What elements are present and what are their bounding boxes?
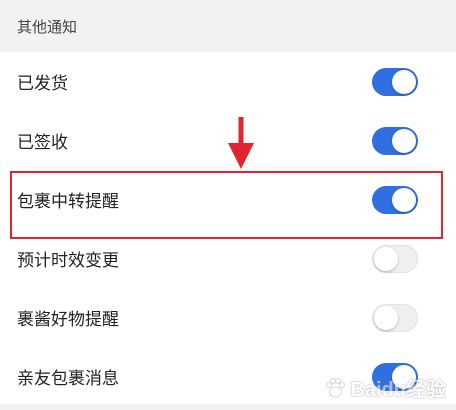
toggle-friend-package[interactable] xyxy=(372,362,418,391)
setting-row-shipped: 已发货 xyxy=(0,52,456,111)
setting-label-goods-reminder: 裹酱好物提醒 xyxy=(17,310,119,330)
toggle-knob xyxy=(392,187,416,212)
toggle-transit-reminder[interactable] xyxy=(372,185,418,214)
toggle-knob xyxy=(392,69,416,94)
setting-row-signed: 已签收 xyxy=(0,111,456,170)
setting-row-eta-change: 预计时效变更 xyxy=(0,229,456,288)
section-title: 其他通知 xyxy=(17,17,78,36)
setting-label-eta-change: 预计时效变更 xyxy=(17,251,119,271)
toggle-knob xyxy=(392,128,416,153)
toggle-knob xyxy=(374,246,398,271)
setting-row-goods-reminder: 裹酱好物提醒 xyxy=(0,288,456,347)
toggle-signed[interactable] xyxy=(372,126,418,155)
setting-label-shipped: 已发货 xyxy=(17,74,68,94)
setting-label-transit-reminder: 包裹中转提醒 xyxy=(17,192,119,212)
toggle-shipped[interactable] xyxy=(372,67,418,96)
setting-row-transit-reminder: 包裹中转提醒 xyxy=(0,170,456,229)
setting-row-friend-package: 亲友包裹消息 xyxy=(0,347,456,406)
notification-settings-page: 其他通知 已发货 已签收 包裹中转提醒 预计时效变更 裹酱好物提醒 亲友包裹消息 xyxy=(0,0,456,410)
toggle-eta-change[interactable] xyxy=(372,244,418,273)
toggle-knob xyxy=(374,305,398,330)
section-header: 其他通知 xyxy=(0,0,456,52)
setting-label-signed: 已签收 xyxy=(17,133,68,153)
setting-label-friend-package: 亲友包裹消息 xyxy=(17,369,119,389)
bottom-divider xyxy=(0,404,456,410)
toggle-goods-reminder[interactable] xyxy=(372,303,418,332)
toggle-knob xyxy=(392,364,416,389)
